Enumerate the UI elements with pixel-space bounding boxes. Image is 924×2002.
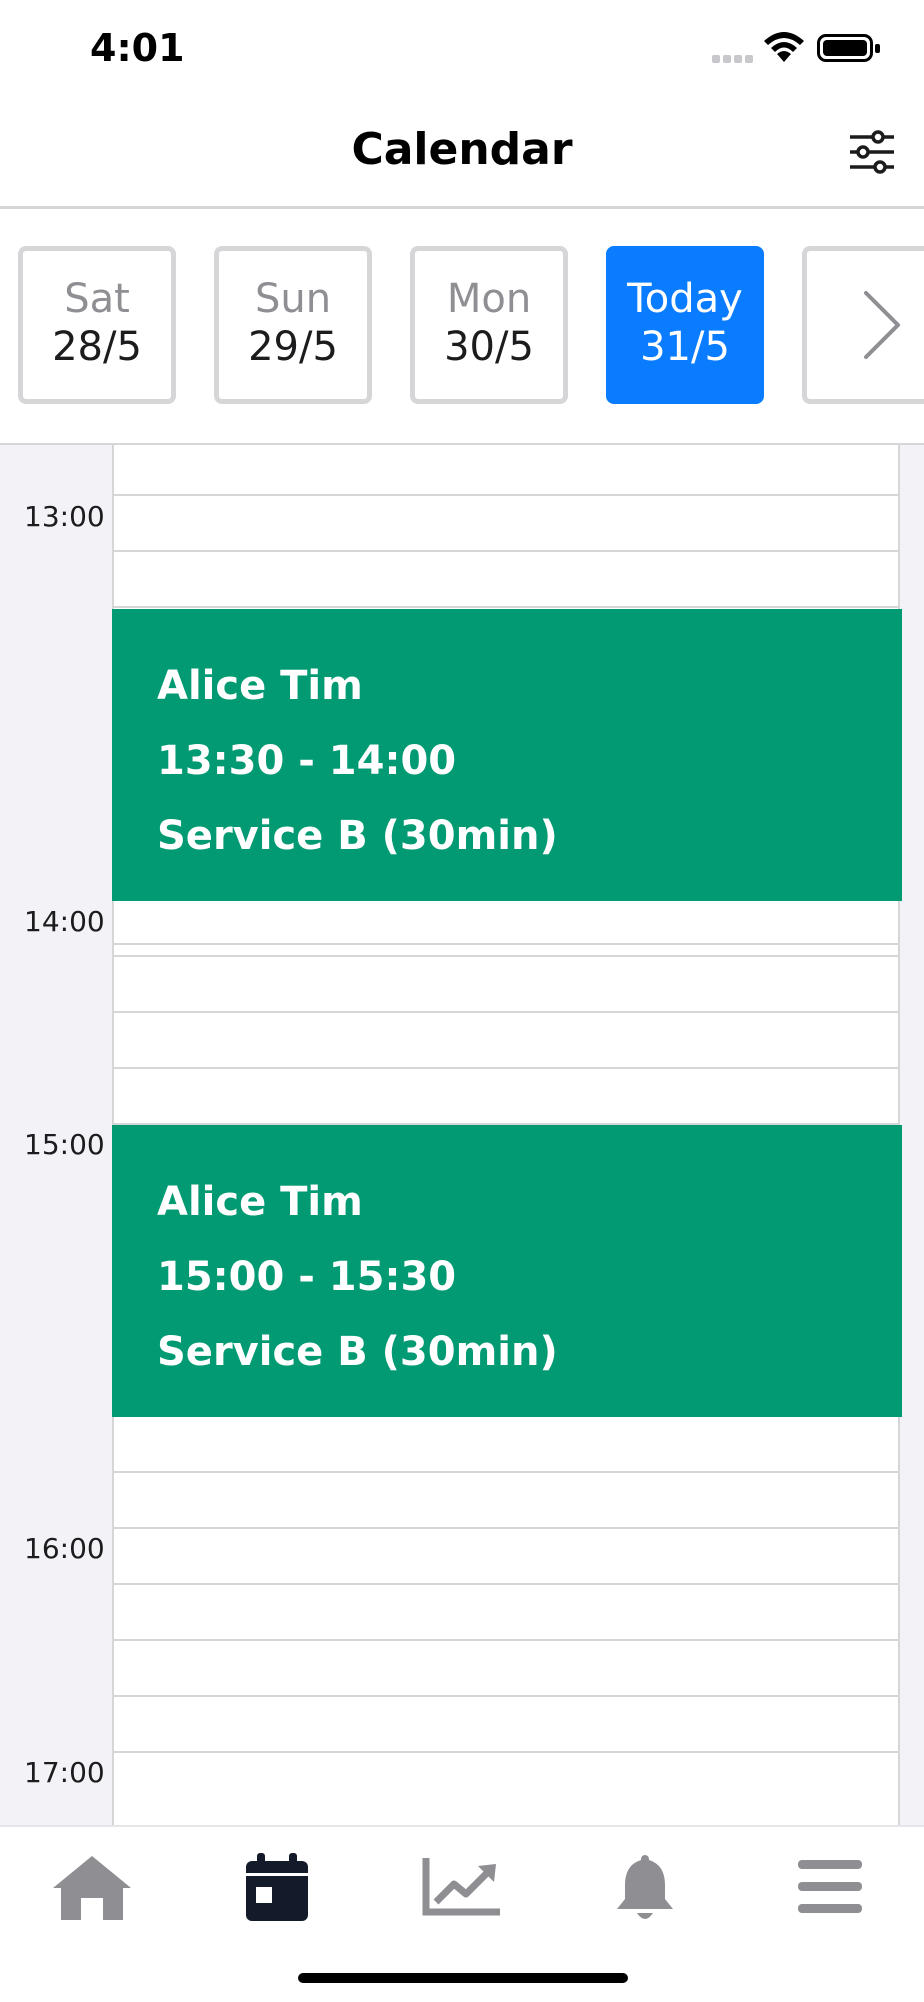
status-time: 4:01 bbox=[90, 26, 185, 70]
hour-label-16: 16:00 bbox=[24, 1532, 105, 1565]
grid-line bbox=[112, 1527, 900, 1529]
signal-icon bbox=[712, 55, 756, 63]
hour-label-15: 15:00 bbox=[24, 1128, 105, 1161]
hour-label-14: 14:00 bbox=[24, 905, 105, 938]
grid-line bbox=[112, 943, 900, 945]
wifi-icon bbox=[764, 32, 804, 62]
page-title: Calendar bbox=[351, 124, 573, 175]
grid-line bbox=[112, 1751, 900, 1753]
grid-line bbox=[112, 1639, 900, 1641]
date-option-sun[interactable]: Sun 29/5 bbox=[214, 246, 372, 404]
grid-line bbox=[112, 1695, 900, 1697]
tab-notifications[interactable] bbox=[600, 1847, 690, 1927]
grid-line bbox=[112, 1583, 900, 1585]
date-day-number: 31/5 bbox=[640, 324, 730, 370]
date-day-name: Sat bbox=[64, 276, 130, 322]
appointment-time: 13:30 - 14:00 bbox=[157, 738, 457, 784]
hour-label-13: 13:00 bbox=[24, 500, 105, 533]
date-day-name: Mon bbox=[446, 276, 532, 322]
bell-icon bbox=[617, 1855, 673, 1919]
date-day-name: Sun bbox=[254, 276, 332, 322]
date-day-number: 28/5 bbox=[52, 324, 142, 370]
hour-label-17: 17:00 bbox=[24, 1756, 105, 1789]
date-day-number: 29/5 bbox=[248, 324, 338, 370]
grid-line bbox=[112, 550, 900, 552]
status-bar: 4:01 bbox=[0, 0, 924, 100]
date-day-number: 30/5 bbox=[444, 324, 534, 370]
next-dates-button[interactable] bbox=[802, 246, 924, 404]
calendar-icon bbox=[246, 1853, 308, 1921]
grid-line bbox=[112, 494, 900, 496]
tab-calendar[interactable] bbox=[232, 1847, 322, 1927]
tab-menu[interactable] bbox=[785, 1847, 875, 1927]
date-option-today[interactable]: Today 31/5 bbox=[606, 246, 764, 404]
tab-statistics[interactable] bbox=[417, 1847, 507, 1927]
date-day-name: Today bbox=[627, 276, 743, 322]
appointment-service: Service B (30min) bbox=[157, 1329, 558, 1375]
appointment-service: Service B (30min) bbox=[157, 813, 558, 859]
home-indicator bbox=[298, 1973, 628, 1983]
battery-icon bbox=[817, 34, 880, 62]
grid-line bbox=[112, 1067, 900, 1069]
date-option-mon[interactable]: Mon 30/5 bbox=[410, 246, 568, 404]
grid-line bbox=[112, 955, 900, 957]
grid-line bbox=[112, 1011, 900, 1013]
grid-line bbox=[112, 1471, 900, 1473]
chart-icon bbox=[422, 1858, 500, 1916]
appointment-client: Alice Tim bbox=[157, 1179, 363, 1225]
grid-line bbox=[112, 606, 900, 608]
menu-icon bbox=[798, 1860, 862, 1913]
day-timeline[interactable]: 13:00 14:00 15:00 16:00 17:00 Alice Tim … bbox=[0, 445, 924, 1825]
tab-home[interactable] bbox=[47, 1847, 137, 1927]
appointment-card[interactable]: Alice Tim 15:00 - 15:30 Service B (30min… bbox=[112, 1125, 902, 1417]
date-option-sat[interactable]: Sat 28/5 bbox=[18, 246, 176, 404]
appointment-client: Alice Tim bbox=[157, 663, 363, 709]
date-selector: Sat 28/5 Sun 29/5 Mon 30/5 Today 31/5 bbox=[0, 209, 924, 446]
sliders-icon[interactable] bbox=[848, 130, 896, 174]
navigation-header: Calendar bbox=[0, 100, 924, 209]
chevron-right-icon bbox=[864, 291, 900, 359]
appointment-card[interactable]: Alice Tim 13:30 - 14:00 Service B (30min… bbox=[112, 609, 902, 901]
home-icon bbox=[53, 1856, 131, 1920]
appointment-time: 15:00 - 15:30 bbox=[157, 1254, 457, 1300]
